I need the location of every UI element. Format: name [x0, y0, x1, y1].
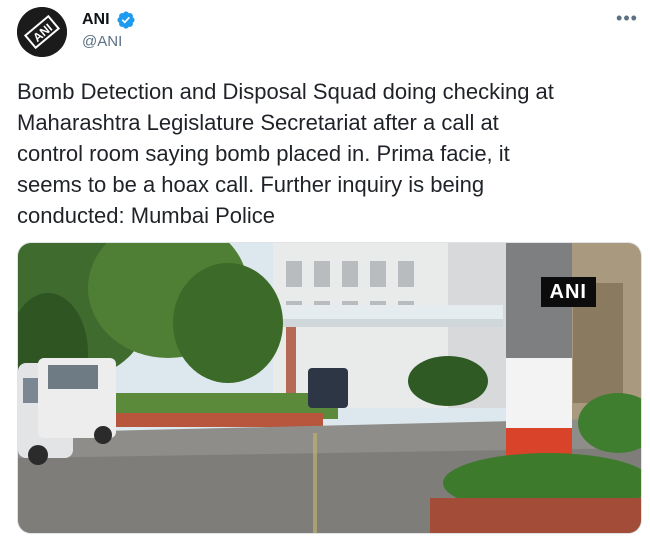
ani-logo-icon: ANI [17, 7, 67, 57]
tweet-media-photo[interactable]: ANI [17, 242, 642, 534]
author-name[interactable]: ANI [82, 10, 110, 30]
avatar[interactable]: ANI [17, 7, 67, 57]
verified-badge-icon [117, 11, 135, 29]
more-options-icon[interactable]: ••• [615, 8, 639, 28]
ani-watermark: ANI [540, 277, 596, 307]
tweet-card: ANI ANI @ANI ••• Bomb Detection and Disp… [0, 0, 650, 540]
tweet-text: Bomb Detection and Disposal Squad doing … [17, 79, 554, 228]
author-handle[interactable]: @ANI [82, 33, 122, 51]
